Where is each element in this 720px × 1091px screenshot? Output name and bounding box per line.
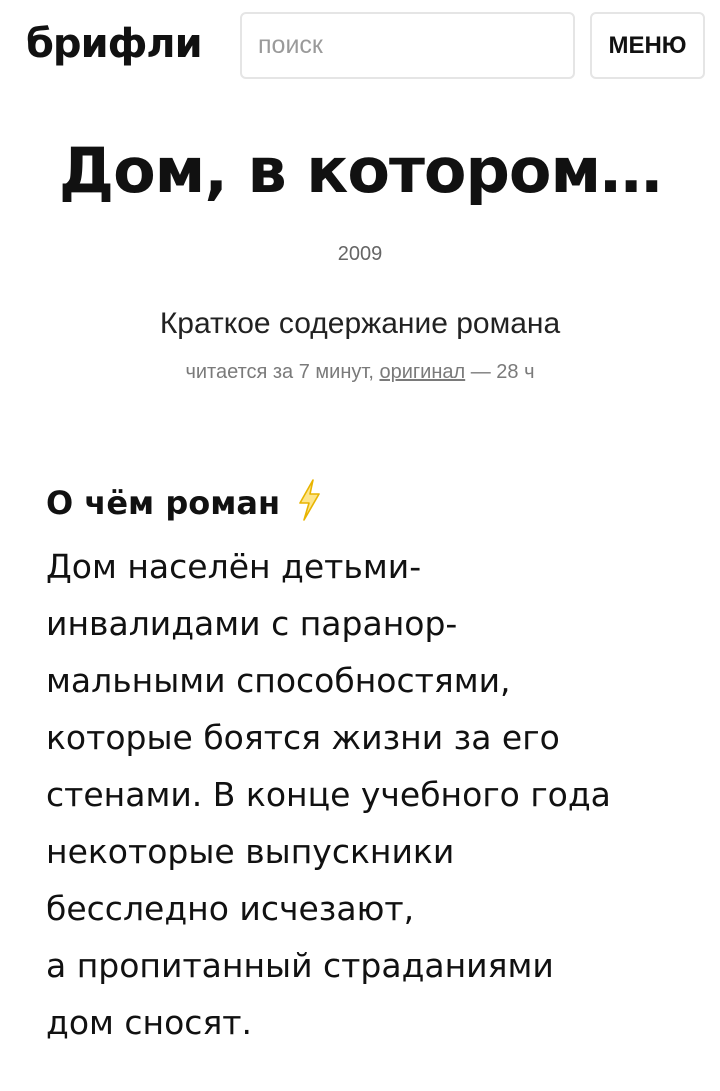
summary-line: дом сносят. (46, 1003, 253, 1042)
reading-time: читается за 7 минут, (185, 361, 374, 383)
lightning-icon (296, 478, 322, 536)
summary-line: бесследно исчезают, (46, 889, 415, 928)
summary-line: мальными способностями, (46, 661, 511, 700)
section-title-text: О чём роман (46, 484, 281, 522)
summary-line: которые боятся жизни за его (46, 718, 560, 757)
summary-line: некоторые выпускники (46, 832, 455, 871)
summary-line: Дом населён детьми- (46, 547, 422, 586)
book-summary: Дом населён детьми- инвалидами с паранор… (46, 538, 686, 1051)
reading-meta: читается за 7 минут, оригинал — 28 ч (0, 358, 720, 386)
summary-type-subtitle: Краткое содержание романа (159, 307, 561, 340)
site-header: брифли МЕНЮ (0, 0, 720, 92)
book-year: 2009 (337, 243, 383, 265)
book-title: Дом, в котором… (58, 134, 662, 207)
summary-line: стенами. В конце учебного года (46, 775, 611, 814)
menu-button[interactable]: МЕНЮ (590, 12, 705, 79)
summary-line: а пропитанный страданиями (46, 946, 554, 985)
section-title: О чём роман (46, 478, 322, 536)
original-link[interactable]: оригинал (379, 361, 465, 383)
search-input[interactable] (240, 12, 575, 79)
original-reading-time: — 28 ч (470, 361, 535, 383)
summary-line: инвалидами с паранор- (46, 604, 458, 643)
site-logo[interactable]: брифли (26, 16, 203, 72)
